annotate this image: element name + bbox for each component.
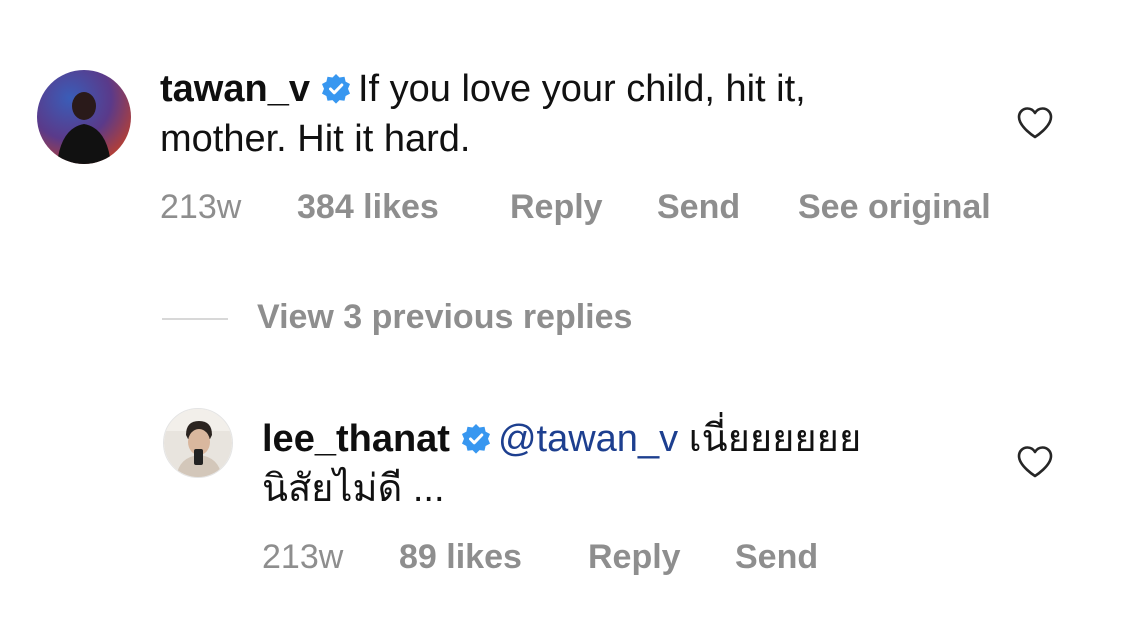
comment-text-line2: mother. Hit it hard. [160, 118, 471, 160]
send-button[interactable]: Send [735, 538, 818, 577]
send-button[interactable]: Send [657, 188, 740, 227]
reply-button[interactable]: Reply [510, 188, 603, 227]
reply-comment: lee_thanat @tawan_v เนี่ยยยยยย นิสัยไม่ดี… [0, 380, 1125, 610]
comment-meta: 213w 384 likes Reply Send See original [160, 188, 1060, 230]
reply-button[interactable]: Reply [588, 538, 681, 577]
see-original-button[interactable]: See original [798, 188, 991, 227]
like-button[interactable] [1016, 106, 1054, 140]
reply-text-line1: เนี่ยยยยยย [688, 418, 862, 460]
replies-divider [162, 318, 228, 320]
comment: tawan_v If you love your child, hit it, m… [0, 0, 1125, 260]
comment-time: 213w [160, 188, 242, 226]
comment-text: tawan_v If you love your child, hit it, m… [160, 66, 980, 162]
reply-text-line2: นิสัยไม่ดี ... [262, 468, 445, 510]
verified-badge-icon [460, 420, 492, 466]
like-button[interactable] [1016, 445, 1054, 479]
verified-badge-icon [320, 70, 352, 116]
heart-outline-icon [1017, 107, 1053, 139]
view-replies-label[interactable]: View 3 previous replies [257, 298, 632, 337]
avatar-lee-thanat[interactable] [163, 408, 233, 478]
comment-text-line1: If you love your child, hit it, [357, 68, 806, 110]
reply-likes[interactable]: 89 likes [399, 538, 522, 577]
profile-photo-icon [37, 70, 131, 164]
reply-time: 213w [262, 538, 344, 576]
view-previous-replies[interactable]: View 3 previous replies [162, 298, 762, 338]
mention-link[interactable]: @tawan_v [498, 418, 678, 460]
heart-outline-icon [1017, 446, 1053, 478]
avatar-tawan-v[interactable] [37, 70, 131, 164]
comment-likes[interactable]: 384 likes [297, 188, 439, 227]
reply-text: lee_thanat @tawan_v เนี่ยยยยยย นิสัยไม่ดี… [262, 416, 982, 512]
profile-photo-icon [164, 409, 232, 477]
comment-username[interactable]: tawan_v [160, 68, 310, 110]
reply-username[interactable]: lee_thanat [262, 418, 450, 460]
reply-meta: 213w 89 likes Reply Send [262, 538, 962, 580]
